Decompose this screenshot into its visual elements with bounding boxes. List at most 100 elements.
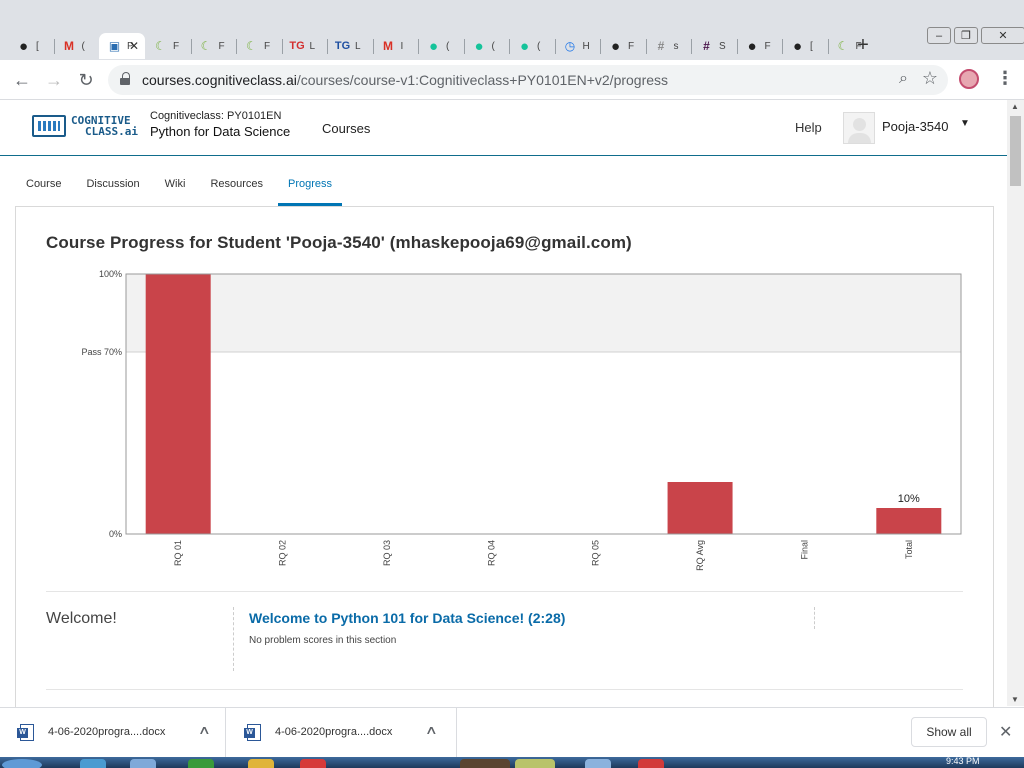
taskbar-app-icon[interactable] xyxy=(300,759,326,768)
slack-icon: # xyxy=(657,39,665,53)
scroll-up-icon[interactable]: ▲ xyxy=(1011,102,1019,111)
show-all-button[interactable]: Show all xyxy=(911,717,987,747)
bar xyxy=(876,508,942,534)
restore-button[interactable]: ❐ xyxy=(954,27,978,44)
browser-tab[interactable]: ☾ F xyxy=(190,33,237,59)
tab-title: ( xyxy=(81,40,85,52)
history-icon: ◷ xyxy=(564,39,576,53)
taskbar-app-icon[interactable] xyxy=(638,759,664,768)
browser-tab[interactable]: ● F xyxy=(736,33,783,59)
url-path: /courses/course-v1:Cognitiveclass+PY0101… xyxy=(296,72,669,88)
browser-tab[interactable]: ●[ xyxy=(8,33,54,59)
browser-tab[interactable]: TG L xyxy=(327,33,373,59)
tab-wiki[interactable]: Wiki xyxy=(155,165,196,206)
download-filename[interactable]: 4-06-2020progra....docx xyxy=(48,726,165,738)
browser-tab[interactable]: ●( xyxy=(463,33,510,59)
back-arrow-icon[interactable]: ← xyxy=(10,68,34,92)
tab-title: [ xyxy=(810,40,813,52)
address-bar[interactable]: courses.cognitiveclass.ai/courses/course… xyxy=(108,65,948,95)
x-tick-label: RQ 01 xyxy=(173,540,183,566)
subsection-link[interactable]: Welcome to Python 101 for Data Science! … xyxy=(249,610,565,626)
x-tick-label: RQ 03 xyxy=(382,540,392,566)
nav-courses-link[interactable]: Courses xyxy=(322,121,370,136)
browser-tab[interactable]: ▣ P ✕ xyxy=(99,33,145,59)
browser-tab[interactable]: ☾ F xyxy=(236,33,282,59)
close-icon[interactable]: ✕ xyxy=(999,722,1012,742)
zoom-icon[interactable]: ⌕ xyxy=(899,70,908,88)
tab-list: ●[M(▣ P ✕ ☾ F ☾ F ☾ F TG L TG L M I ●(●(●(◷ H ● F # s # S ● F ●[☾… xyxy=(8,33,873,59)
tab-progress[interactable]: Progress xyxy=(278,165,343,206)
browser-tab[interactable]: ●( xyxy=(509,33,555,59)
bar xyxy=(145,274,211,534)
github-icon: ● xyxy=(792,37,803,55)
taskbar-app-icon[interactable] xyxy=(130,759,156,768)
close-window-button[interactable]: ✕ xyxy=(981,27,1024,44)
x-tick-label: RQ 02 xyxy=(278,540,288,566)
chevron-up-icon[interactable]: ∧ xyxy=(425,723,438,737)
course-org: Cognitiveclass: PY0101EN xyxy=(150,110,282,122)
os-taskbar: 9:43 PM xyxy=(0,757,1024,768)
x-tick-label: Total xyxy=(904,540,914,559)
start-button[interactable] xyxy=(2,759,42,768)
minimize-button[interactable]: – xyxy=(927,27,951,44)
browser-tab[interactable]: ☾ F xyxy=(145,33,191,59)
progress-panel: Course Progress for Student 'Pooja-3540'… xyxy=(15,206,994,726)
page-scrollbar[interactable]: ▲ ▼ xyxy=(1007,100,1024,706)
taskbar-app-icon[interactable] xyxy=(80,759,106,768)
logo-text: COGNITIVE CLASS.ai xyxy=(71,115,138,137)
download-item[interactable]: 4-06-2020progra....docx ∧ xyxy=(227,708,457,758)
user-avatar[interactable] xyxy=(843,112,875,144)
tab-title: F xyxy=(764,40,771,52)
section-divider xyxy=(46,591,963,592)
gmail-icon: M xyxy=(383,39,393,53)
tab-close-icon[interactable]: ✕ xyxy=(129,39,139,53)
taskbar-app-icon[interactable] xyxy=(188,759,214,768)
cognitive-class-logo[interactable]: COGNITIVE CLASS.ai xyxy=(32,115,138,137)
browser-tab[interactable]: ●[ xyxy=(782,33,828,59)
profile-avatar[interactable] xyxy=(959,69,979,89)
slack-icon: # xyxy=(703,39,710,53)
x-tick-label: Final xyxy=(799,540,809,560)
browser-tab[interactable]: ◷ H xyxy=(554,33,601,59)
reload-icon[interactable]: ↻ xyxy=(74,68,98,92)
user-menu-name[interactable]: Pooja-3540 xyxy=(882,119,949,134)
tg-icon: TG xyxy=(334,39,351,52)
scrollbar-thumb[interactable] xyxy=(1010,116,1021,186)
caret-down-icon[interactable]: ▼ xyxy=(960,118,970,129)
browser-tab[interactable]: # s xyxy=(645,33,692,59)
pass-band xyxy=(126,274,961,352)
moon-icon: ☾ xyxy=(246,39,257,53)
page-title: Course Progress for Student 'Pooja-3540'… xyxy=(46,233,632,252)
tab-discussion[interactable]: Discussion xyxy=(76,165,149,206)
browser-tab[interactable]: MI xyxy=(372,33,419,59)
tab-title: L xyxy=(355,40,361,52)
new-tab-button[interactable]: + xyxy=(852,34,874,57)
forward-arrow-icon[interactable]: → xyxy=(42,68,66,92)
gmail-icon: M xyxy=(64,39,74,53)
tab-title: I xyxy=(400,40,404,52)
help-link[interactable]: Help xyxy=(795,120,822,135)
tab-course[interactable]: Course xyxy=(16,165,71,206)
browser-tab[interactable]: ● F xyxy=(600,33,646,59)
bookmark-star-icon[interactable]: ☆ xyxy=(922,68,938,89)
browser-menu-icon[interactable]: ⋮ xyxy=(996,68,1014,89)
taskbar-app-icon[interactable] xyxy=(585,759,611,768)
browser-tab-strip: ●[M(▣ P ✕ ☾ F ☾ F ☾ F TG L TG L M I ●(●(●(◷ H ● F # s # S ● F ●[☾… xyxy=(0,0,1024,60)
browser-tab[interactable]: ●( xyxy=(418,33,464,59)
section-title: Welcome! xyxy=(46,610,117,627)
scroll-down-icon[interactable]: ▼ xyxy=(1011,695,1019,704)
tab-title: L xyxy=(309,40,316,52)
taskbar-app-icon[interactable] xyxy=(248,759,274,768)
lock-icon[interactable] xyxy=(120,72,130,86)
browser-tab[interactable]: M( xyxy=(53,33,100,59)
taskbar-app-icon[interactable] xyxy=(515,759,555,768)
browser-tab[interactable]: # S xyxy=(691,33,737,59)
taskbar-app-icon[interactable] xyxy=(460,759,510,768)
download-item[interactable]: 4-06-2020progra....docx ∧ xyxy=(0,708,226,758)
browser-tab[interactable]: TG L xyxy=(281,33,328,59)
chevron-up-icon[interactable]: ∧ xyxy=(198,723,211,737)
download-filename[interactable]: 4-06-2020progra....docx xyxy=(275,726,392,738)
url-text[interactable]: courses.cognitiveclass.ai/courses/course… xyxy=(142,72,668,88)
x-tick-label: RQ Avg xyxy=(695,540,705,571)
tab-resources[interactable]: Resources xyxy=(200,165,273,206)
